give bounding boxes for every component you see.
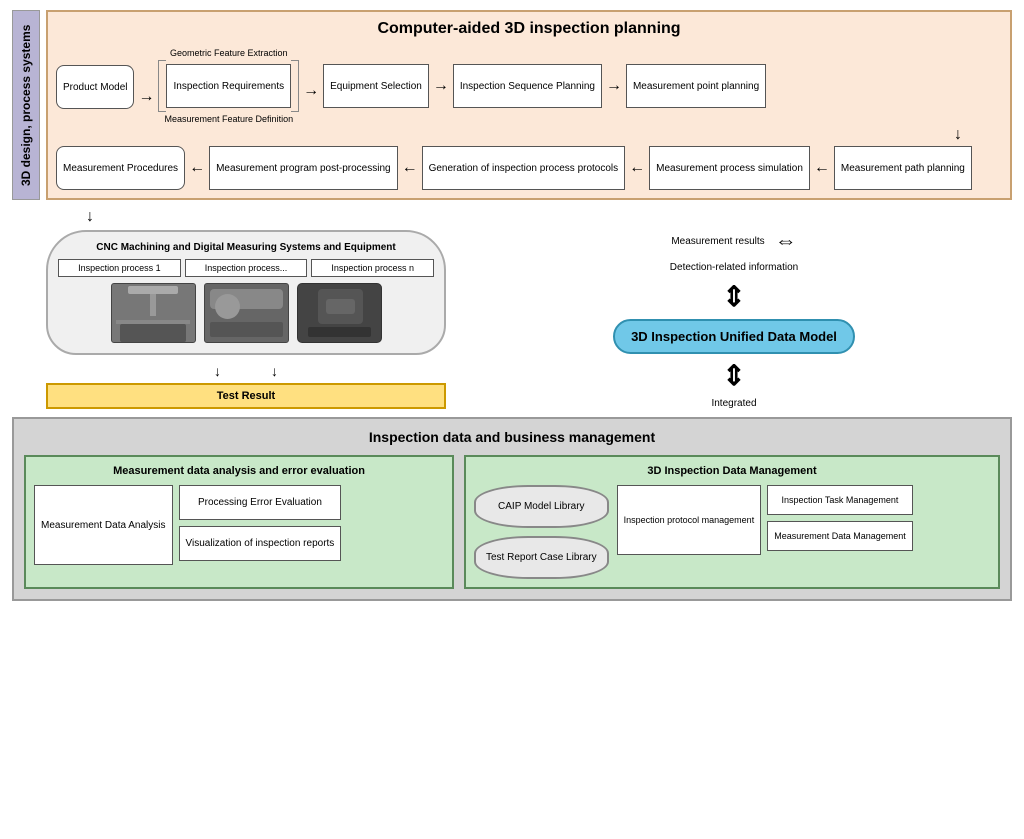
- viz-box: Visualization of inspection reports: [179, 526, 342, 561]
- arrow-5: ←: [189, 159, 205, 177]
- pev-col: Processing Error Evaluation Visualizatio…: [179, 485, 342, 561]
- equip-sel-box: Equipment Selection: [323, 64, 429, 108]
- mda-content: Measurement Data Analysis Processing Err…: [34, 485, 444, 565]
- pee-box: Processing Error Evaluation: [179, 485, 342, 520]
- machine-scanner: [297, 283, 382, 343]
- geo-meas-group: Geometric Feature Extraction Inspection …: [158, 48, 299, 124]
- cnc-cloud: CNC Machining and Digital Measuring Syst…: [46, 230, 446, 355]
- caip-lib-box: CAIP Model Library: [474, 485, 609, 528]
- horiz-double-arrow: ⇔: [775, 228, 797, 254]
- bottom-content: Measurement data analysis and error eval…: [24, 455, 1000, 589]
- cloud-down-arrows: ↓ ↓: [46, 363, 446, 379]
- bracket-right: [291, 60, 299, 112]
- cnc-area: ↓ CNC Machining and Digital Measuring Sy…: [46, 208, 446, 409]
- meas-feature-label: Measurement Feature Definition: [165, 114, 294, 124]
- mgmt-boxes: Inspection protocol management Inspectio…: [617, 485, 913, 555]
- bottom-section: Inspection data and business management …: [12, 417, 1012, 601]
- arrow-2: →: [303, 82, 319, 100]
- meas-point-box: Measurement point planning: [626, 64, 766, 108]
- meas-proc-wrap: Measurement Procedures: [56, 146, 185, 190]
- product-model-box: Product Model: [56, 65, 134, 109]
- insp-req-box: Inspection Requirements: [166, 64, 291, 108]
- test-report-lib-box: Test Report Case Library: [474, 536, 609, 579]
- geo-feature-label: Geometric Feature Extraction: [170, 48, 288, 58]
- insp-proc-n-box: Inspection process n: [311, 259, 434, 277]
- top-title: Computer-aided 3D inspection planning: [56, 20, 1002, 38]
- meas-proc-sim-box: Measurement process simulation: [649, 146, 810, 190]
- down-arrow-1: ↓: [56, 126, 1002, 144]
- right-panel: Measurement results ⇔ Detection-related …: [456, 208, 1012, 409]
- bottom-left-panel: Measurement data analysis and error eval…: [24, 455, 454, 589]
- insp-seq-box: Inspection Sequence Planning: [453, 64, 602, 108]
- top-section: 3D design, process systems Computer-aide…: [12, 10, 1012, 200]
- down-arrow-meas-proc: ↓: [86, 208, 446, 226]
- test-result-box: Test Result: [46, 383, 446, 409]
- insp-protocol-box: Inspection protocol management: [617, 485, 762, 555]
- data-mgmt-title: 3D Inspection Data Management: [474, 465, 990, 477]
- bottom-title: Inspection data and business management: [24, 429, 1000, 445]
- mda-section-title: Measurement data analysis and error eval…: [34, 465, 444, 477]
- vert-double-arrow-bottom: ⇕: [722, 362, 745, 390]
- vertical-label: 3D design, process systems: [12, 10, 40, 200]
- meas-data-mgmt-box: Measurement Data Management: [767, 521, 913, 551]
- meas-results-row: Measurement results ⇔: [671, 228, 796, 254]
- mda-box: Measurement Data Analysis: [34, 485, 173, 565]
- flow-row-1: Product Model → Geometric Feature Extrac…: [56, 48, 1002, 124]
- arrow-8: ←: [814, 159, 830, 177]
- arrow-3: →: [433, 77, 449, 95]
- integrated-label: Integrated: [711, 398, 756, 409]
- arrow-7: ←: [629, 159, 645, 177]
- detection-info-label: Detection-related information: [670, 262, 798, 273]
- machine-images: [58, 283, 434, 343]
- machine-lathe: [204, 283, 289, 343]
- bracket-left: [158, 60, 166, 112]
- task-data-col: Inspection Task Management Measurement D…: [767, 485, 913, 551]
- arrow-4: →: [606, 77, 622, 95]
- libraries-col: CAIP Model Library Test Report Case Libr…: [474, 485, 609, 579]
- cnc-title: CNC Machining and Digital Measuring Syst…: [58, 242, 434, 253]
- bottom-right-panel: 3D Inspection Data Management CAIP Model…: [464, 455, 1000, 589]
- flow-row-2: Measurement Procedures ← Measurement pro…: [56, 146, 1002, 190]
- meas-path-box: Measurement path planning: [834, 146, 972, 190]
- computer-aided-box: Computer-aided 3D inspection planning Pr…: [46, 10, 1012, 200]
- vert-double-arrow-top: ⇕: [722, 283, 745, 311]
- insp-proc-1-box: Inspection process 1: [58, 259, 181, 277]
- insp-proc-2-box: Inspection process...: [185, 259, 308, 277]
- middle-section: ↓ CNC Machining and Digital Measuring Sy…: [46, 208, 1012, 409]
- data-mgmt-content: CAIP Model Library Test Report Case Libr…: [474, 485, 990, 579]
- machine-cmm: [111, 283, 196, 343]
- arrow-6: ←: [402, 159, 418, 177]
- meas-prog-post-box: Measurement program post-processing: [209, 146, 398, 190]
- gen-insp-proto-box: Generation of inspection process protoco…: [422, 146, 626, 190]
- arrow-1: →: [138, 88, 154, 106]
- meas-results-label: Measurement results: [671, 236, 764, 247]
- meas-proc-box: Measurement Procedures: [56, 146, 185, 190]
- main-container: 3D design, process systems Computer-aide…: [12, 10, 1012, 601]
- cloud-processes: Inspection process 1 Inspection process.…: [58, 259, 434, 277]
- unified-model-box: 3D Inspection Unified Data Model: [613, 319, 855, 354]
- insp-task-box: Inspection Task Management: [767, 485, 913, 515]
